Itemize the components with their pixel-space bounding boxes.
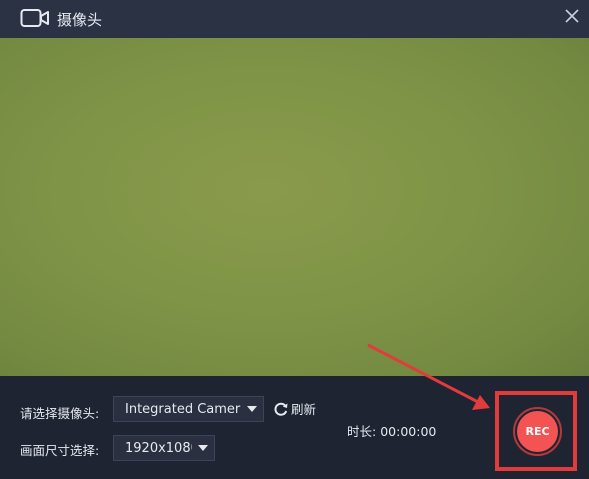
size-select-label: 画面尺寸选择: — [20, 443, 100, 458]
size-select[interactable]: 1920x1080 — [113, 435, 215, 461]
size-select-value: 1920x1080 — [125, 440, 192, 456]
rec-button-ring: REC — [513, 407, 562, 456]
close-icon[interactable] — [564, 8, 580, 24]
duration-label: 时长: — [347, 424, 377, 439]
camera-select[interactable]: Integrated Camera — [113, 396, 264, 422]
rec-highlight-box: REC — [495, 391, 577, 471]
chevron-down-icon — [192, 445, 214, 451]
refresh-label: 刷新 — [291, 402, 317, 417]
refresh-button[interactable]: 刷新 — [273, 399, 316, 418]
camera-preview — [0, 38, 589, 376]
rec-button[interactable]: REC — [517, 411, 558, 452]
annotation-arrow-icon — [367, 343, 490, 410]
camera-select-value: Integrated Camera — [125, 401, 241, 417]
window-title: 摄像头 — [57, 11, 103, 29]
title-bar: 摄像头 — [0, 0, 589, 38]
duration-display: 时长: 00:00:00 — [347, 421, 440, 440]
duration-value: 00:00:00 — [380, 424, 437, 439]
control-panel: 请选择摄像头: Integrated Camera 刷新 画面尺寸选择: 192… — [0, 376, 589, 479]
camera-select-label: 请选择摄像头: — [20, 406, 100, 421]
chevron-down-icon — [241, 406, 263, 412]
refresh-icon — [274, 402, 288, 416]
camera-icon — [20, 9, 49, 27]
